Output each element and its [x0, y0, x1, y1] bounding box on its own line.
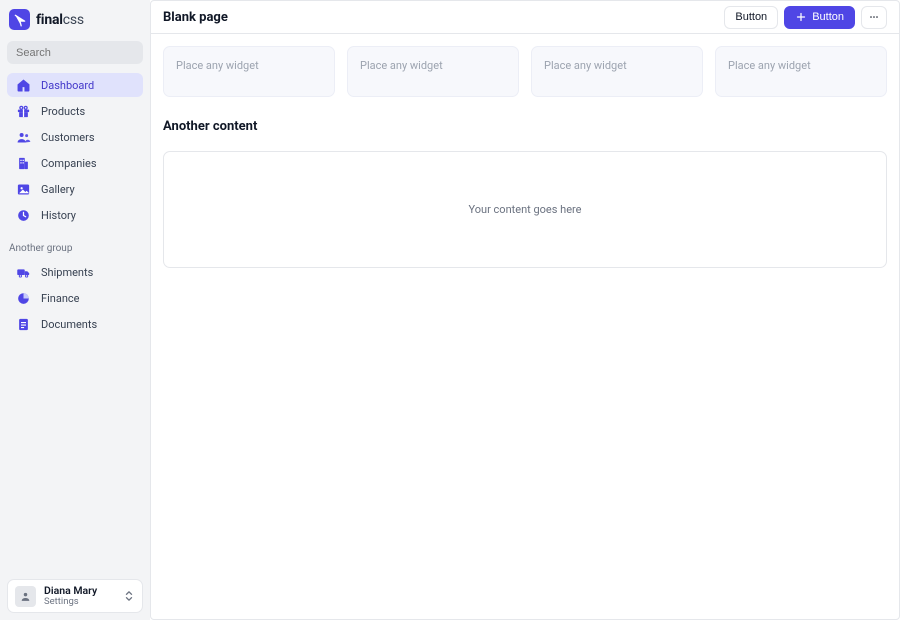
widget-row: Place any widget Place any widget Place … — [163, 46, 887, 97]
topbar: Blank page Button Button — [151, 1, 899, 34]
widget-placeholder[interactable]: Place any widget — [347, 46, 519, 97]
section-title: Another content — [163, 119, 887, 134]
more-button[interactable] — [861, 6, 887, 29]
widget-placeholder[interactable]: Place any widget — [531, 46, 703, 97]
widget-placeholder[interactable]: Place any widget — [715, 46, 887, 97]
page-title: Blank page — [163, 10, 228, 25]
sidebar-item-label: Finance — [41, 292, 79, 305]
image-icon — [15, 181, 31, 197]
sidebar-item-companies[interactable]: Companies — [7, 151, 143, 175]
user-name: Diana Mary — [44, 585, 115, 597]
gift-icon — [15, 103, 31, 119]
sidebar-item-dashboard[interactable]: Dashboard — [7, 73, 143, 97]
more-horizontal-icon — [868, 11, 880, 23]
sidebar-item-label: Dashboard — [41, 79, 94, 92]
sidebar-item-customers[interactable]: Customers — [7, 125, 143, 149]
chevron-up-down-icon — [123, 589, 135, 603]
brand-name-light: css — [63, 12, 84, 28]
widget-placeholder-text: Place any widget — [360, 59, 443, 72]
sidebar-item-label: Products — [41, 105, 85, 118]
secondary-button[interactable]: Button — [724, 6, 778, 29]
widget-placeholder[interactable]: Place any widget — [163, 46, 335, 97]
sidebar-item-label: Customers — [41, 131, 95, 144]
sidebar-nav: Dashboard Products Customers Companies — [7, 73, 143, 336]
button-label: Button — [812, 11, 844, 23]
sidebar-item-products[interactable]: Products — [7, 99, 143, 123]
sidebar-group-label: Another group — [7, 243, 143, 254]
sidebar-item-history[interactable]: History — [7, 203, 143, 227]
truck-icon — [15, 264, 31, 280]
sidebar-item-label: Shipments — [41, 266, 93, 279]
widget-placeholder-text: Place any widget — [544, 59, 627, 72]
widget-placeholder-text: Place any widget — [176, 59, 259, 72]
brand-logo-icon — [9, 9, 30, 30]
sidebar-item-gallery[interactable]: Gallery — [7, 177, 143, 201]
chart-icon — [15, 290, 31, 306]
sidebar-item-label: Gallery — [41, 183, 75, 196]
sidebar-item-label: Companies — [41, 157, 97, 170]
home-icon — [15, 77, 31, 93]
sidebar-item-label: History — [41, 209, 76, 222]
content-box-text: Your content goes here — [468, 203, 581, 216]
sidebar-item-documents[interactable]: Documents — [7, 312, 143, 336]
search-input[interactable] — [7, 41, 143, 64]
plus-icon — [795, 11, 807, 23]
document-icon — [15, 316, 31, 332]
clock-icon — [15, 207, 31, 223]
brand-text: finalcss — [36, 12, 84, 28]
user-card[interactable]: Diana Mary Settings — [7, 579, 143, 613]
users-icon — [15, 129, 31, 145]
user-sub: Settings — [44, 597, 115, 607]
sidebar: finalcss Dashboard Products — [0, 0, 150, 620]
button-label: Button — [735, 11, 767, 23]
primary-button[interactable]: Button — [784, 6, 855, 29]
brand-name-strong: final — [36, 12, 63, 28]
building-icon — [15, 155, 31, 171]
avatar-icon — [15, 586, 36, 607]
brand[interactable]: finalcss — [7, 7, 143, 34]
sidebar-item-shipments[interactable]: Shipments — [7, 260, 143, 284]
sidebar-item-label: Documents — [41, 318, 97, 331]
content-box[interactable]: Your content goes here — [163, 151, 887, 268]
main: Blank page Button Button — [150, 0, 900, 620]
sidebar-item-finance[interactable]: Finance — [7, 286, 143, 310]
widget-placeholder-text: Place any widget — [728, 59, 811, 72]
